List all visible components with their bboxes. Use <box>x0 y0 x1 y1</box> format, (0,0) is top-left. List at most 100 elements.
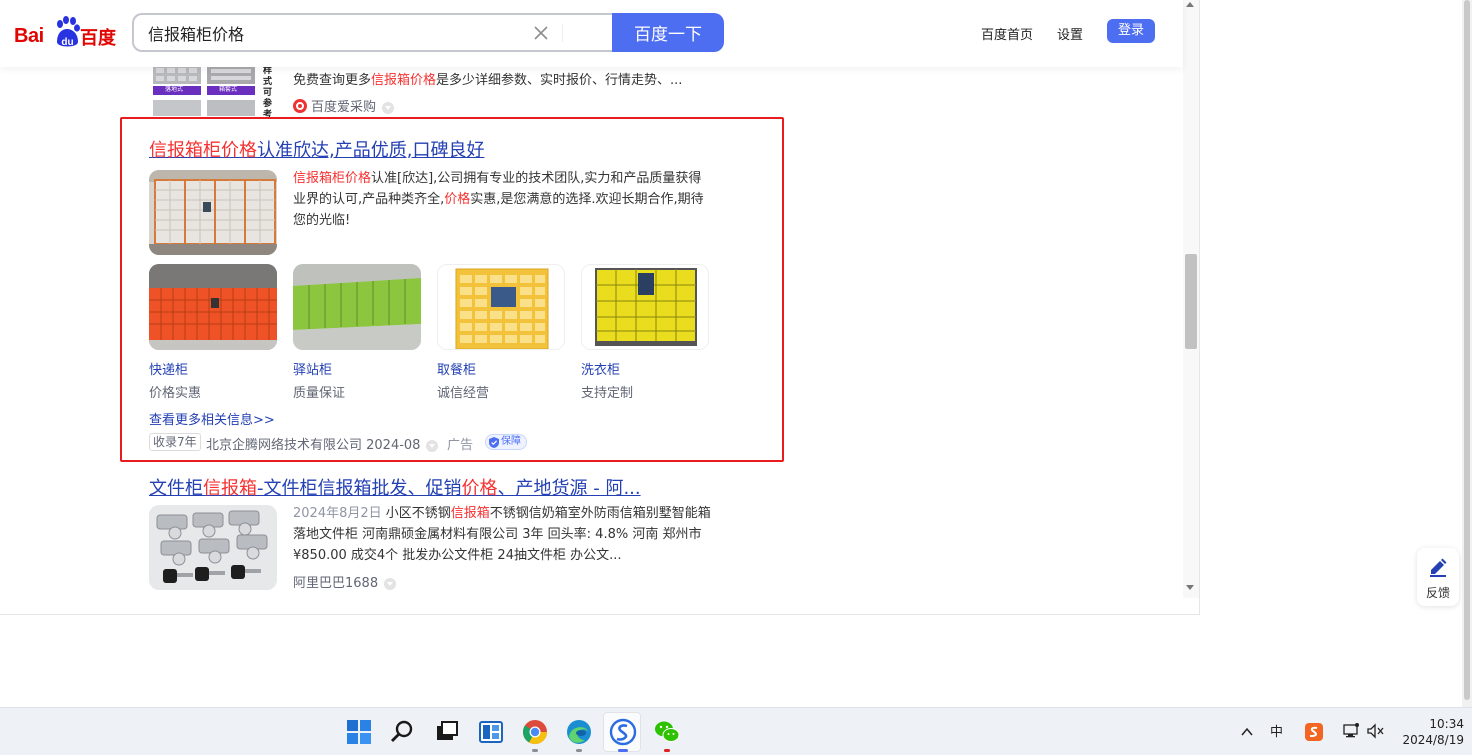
thumb-label-sleeve: 箱套式 <box>219 86 238 93</box>
company-text: 北京企腾网络技术有限公司 2024-08 <box>206 438 421 453</box>
search-box[interactable] <box>132 13 614 52</box>
desc-text: 不锈钢信奶箱室外防雨信箱别墅智能箱 <box>489 506 711 521</box>
input-divider <box>562 24 563 42</box>
edit-icon <box>1430 558 1447 577</box>
nav-home-link[interactable]: 百度首页 <box>981 24 1033 43</box>
title-highlight: 信报箱柜价格 <box>149 140 257 161</box>
clock-date: 2024/8/19 <box>1402 733 1464 747</box>
system-clock[interactable]: 10:34 2024/8/19 <box>1394 716 1464 748</box>
task-view-icon[interactable] <box>433 718 461 746</box>
aicaigou-icon <box>293 99 307 113</box>
dropdown-icon[interactable] <box>426 439 439 452</box>
desc-text: 实惠,是您满意的选择.欢迎长期合作,期待 <box>470 192 704 207</box>
desc-highlight: 信报箱柜价格 <box>293 171 372 186</box>
title-highlight: 价格 <box>461 478 498 499</box>
paw-icon: du <box>57 16 80 48</box>
result-top-description: 免费查询更多信报箱价格是多少详细参数、实时报价、行情走势、... <box>293 70 682 91</box>
clock-time: 10:34 <box>1429 717 1464 731</box>
desc-highlight: 信报箱价格 <box>371 73 437 88</box>
sogou-ime-icon[interactable] <box>1304 722 1324 742</box>
nav-settings-link[interactable]: 设置 <box>1057 24 1083 43</box>
desc-text: 业界的认可,产品种类齐全, <box>293 192 445 207</box>
windows-start-icon[interactable] <box>345 718 373 746</box>
edge-running-indicator <box>576 749 582 752</box>
result-top-source[interactable]: 百度爱采购 <box>293 96 395 115</box>
scroll-up-arrow-icon[interactable] <box>1186 2 1194 7</box>
title-text: -文件柜信报箱批发、促销 <box>257 478 462 499</box>
ad-item-desc-meal: 诚信经营 <box>437 386 490 401</box>
search-header: Bai du 百度 百度一下 百度首页 设置 登录 <box>0 0 1183 67</box>
search-icon[interactable] <box>389 718 417 746</box>
wechat-icon[interactable] <box>653 718 681 746</box>
search-input[interactable] <box>148 23 508 42</box>
scroll-down-arrow-icon[interactable] <box>1186 585 1194 590</box>
source-name: 百度爱采购 <box>311 100 377 115</box>
result-top-thumbnail[interactable]: 落地式 箱套式 <box>151 66 261 116</box>
ad-item-title-station[interactable]: 驿站柜 <box>293 359 332 378</box>
desc-text: 免费查询更多 <box>293 73 372 88</box>
ad-main-image[interactable] <box>149 170 277 255</box>
ad-item-title-meal[interactable]: 取餐柜 <box>437 359 476 378</box>
result-bottom-description: 2024年8月2日 小区不锈钢信报箱不锈钢信奶箱室外防雨信箱别墅智能箱 落地文件… <box>293 503 713 566</box>
desc-highlight: 价格 <box>444 192 471 207</box>
ad-item-image-laundry[interactable] <box>581 264 709 350</box>
network-icon[interactable] <box>1342 722 1360 740</box>
desc-highlight: 信报箱 <box>450 506 490 521</box>
chrome-running-indicator <box>532 749 538 752</box>
chrome-icon[interactable] <box>521 718 549 746</box>
title-highlight: 信报箱 <box>203 478 257 499</box>
ad-item-image-station[interactable] <box>293 264 421 350</box>
dropdown-icon[interactable] <box>382 101 395 114</box>
sogou-running-indicator <box>618 749 628 752</box>
title-text: 、产地货源 - 阿... <box>497 478 641 499</box>
browser-scrollbar-thumb[interactable] <box>1464 0 1470 700</box>
result-bottom-thumbnail[interactable] <box>149 505 277 590</box>
ad-company[interactable]: 北京企腾网络技术有限公司 2024-08 <box>206 434 439 453</box>
logo-du: du <box>61 37 73 48</box>
ad-years-tag: 收录7年 <box>149 433 201 451</box>
feedback-button[interactable]: 反馈 <box>1417 548 1459 606</box>
guarantee-badge[interactable]: 保障 <box>485 434 527 450</box>
ad-label: 广告 <box>447 438 474 453</box>
logo-latin: Bai <box>14 25 44 47</box>
taskbar: 中 10:34 2024/8/19 <box>0 707 1472 755</box>
result-bottom-source[interactable]: 阿里巴巴1688 <box>293 572 397 591</box>
ad-item-image-express[interactable] <box>149 264 277 350</box>
baidu-logo[interactable]: Bai du 百度 <box>14 16 118 50</box>
search-button[interactable]: 百度一下 <box>612 13 724 52</box>
page-scrollbar-thumb[interactable] <box>1185 254 1197 349</box>
ad-item-image-meal[interactable] <box>437 264 565 350</box>
ad-item-title-laundry[interactable]: 洗衣柜 <box>581 359 620 378</box>
desc-text: 小区不锈钢 <box>381 506 451 521</box>
chevron-up-icon[interactable] <box>1240 725 1254 739</box>
widgets-icon[interactable] <box>477 718 505 746</box>
badge-text: 保障 <box>501 436 521 447</box>
ad-item-desc-station: 质量保证 <box>293 386 346 401</box>
title-text: 认准欣达,产品优质,口碑良好 <box>257 140 485 161</box>
thumb-vertical-text: 样式可参考 <box>263 66 273 120</box>
dropdown-icon[interactable] <box>384 577 397 590</box>
source-name: 阿里巴巴1688 <box>293 576 379 591</box>
ad-item-desc-laundry: 支持定制 <box>581 386 634 401</box>
result-bottom-title-link[interactable]: 文件柜信报箱-文件柜信报箱批发、促销价格、产地货源 - 阿... <box>149 474 641 500</box>
search-results-page: 落地式 箱套式 样式可参考 免费查询更多信报箱价格是多少详细参数、实时报价、行情… <box>0 0 1200 615</box>
title-text: 文件柜 <box>149 478 203 499</box>
ad-more-link[interactable]: 查看更多相关信息>> <box>149 409 275 428</box>
login-button[interactable]: 登录 <box>1107 19 1155 43</box>
volume-muted-icon[interactable] <box>1366 723 1384 739</box>
desc-text: 认准[欣达],公司拥有专业的技术团队,实力和产品质量获得 <box>371 171 702 186</box>
thumb-label-floor: 落地式 <box>165 86 184 93</box>
ad-description: 信报箱柜价格认准[欣达],公司拥有专业的技术团队,实力和产品质量获得 业界的认可… <box>293 168 713 231</box>
browser-window: 落地式 箱套式 样式可参考 免费查询更多信报箱价格是多少详细参数、实时报价、行情… <box>0 0 1472 707</box>
result-date: 2024年8月2日 <box>293 506 382 521</box>
desc-text: 是多少详细参数、实时报价、行情走势、... <box>436 73 683 88</box>
edge-icon[interactable] <box>565 718 593 746</box>
close-icon[interactable] <box>530 22 552 44</box>
ime-indicator[interactable]: 中 <box>1270 721 1283 740</box>
desc-text: 落地文件柜 河南鼎硕金属材料有限公司 3年 回头率: 4.8% 河南 郑州市 <box>293 527 702 542</box>
desc-text: ¥850.00 成交4个 批发办公文件柜 24抽文件柜 办公文... <box>293 548 622 563</box>
sogou-browser-icon[interactable] <box>609 718 637 746</box>
shield-icon <box>489 437 499 448</box>
ad-title-link[interactable]: 信报箱柜价格认准欣达,产品优质,口碑良好 <box>149 136 484 162</box>
ad-item-title-express[interactable]: 快递柜 <box>149 359 188 378</box>
